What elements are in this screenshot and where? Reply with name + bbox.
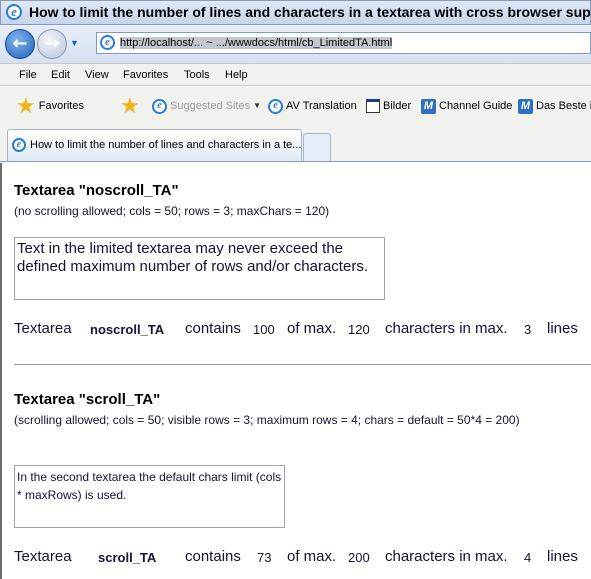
msn-icon: M — [421, 98, 436, 114]
favorites-button[interactable]: ★ Favorites — [16, 87, 84, 125]
history-dropdown-icon[interactable]: ▼ — [70, 38, 79, 48]
status-text: lines — [547, 320, 578, 337]
max-lines: 3 — [524, 322, 532, 337]
das-beste-link[interactable]: M Das Beste i — [518, 87, 591, 125]
status-text: of max. — [287, 320, 337, 337]
status-label: Textarea — [14, 320, 72, 337]
max-lines: 4 — [524, 550, 532, 565]
back-button[interactable]: ← — [5, 29, 35, 59]
scroll-textarea[interactable]: In the second textarea the default chars… — [14, 465, 285, 528]
title-bar: e How to limit the number of lines and c… — [0, 0, 591, 25]
dropdown-arrow-icon: ▼ — [253, 101, 262, 110]
url-text: http://localhost/... ~ .../wwwdocs/html/… — [120, 37, 393, 49]
section1-subtitle: (no scrolling allowed; cols = 50; rows =… — [14, 204, 330, 218]
max-chars: 200 — [348, 550, 370, 565]
window-icon — [366, 99, 380, 113]
msn-icon: M — [518, 98, 533, 114]
ie-icon: e — [152, 98, 167, 114]
favorites-bar: ★ Favorites ★ e Suggested Sites ▼ e AV Trans… — [0, 87, 591, 127]
add-favorite-button[interactable]: ★ — [120, 87, 140, 125]
tab-row: e How to limit the number of lines and c… — [0, 127, 591, 162]
menu-view[interactable]: View — [85, 64, 109, 86]
status-text: contains — [185, 320, 241, 337]
section2-heading: Textarea "scroll_TA" — [14, 391, 161, 408]
status-text: characters in max. — [385, 320, 508, 337]
window-title: How to limit the number of lines and cha… — [29, 4, 591, 20]
new-tab-button[interactable] — [303, 133, 331, 161]
status-text: lines — [547, 548, 578, 565]
char-count: 73 — [257, 550, 272, 565]
bilder-link[interactable]: Bilder — [366, 87, 411, 125]
channel-guide-link[interactable]: M Channel Guide — [421, 87, 512, 125]
ie-logo-icon: e — [6, 4, 22, 20]
forward-button[interactable]: → — [37, 29, 67, 59]
status-label: Textarea — [14, 548, 72, 565]
menu-file[interactable]: File — [19, 64, 37, 86]
menu-help[interactable]: Help — [225, 64, 248, 86]
page-icon: e — [100, 35, 115, 50]
ie-icon: e — [12, 138, 26, 152]
menu-favorites[interactable]: Favorites — [123, 64, 168, 86]
address-bar[interactable]: e http://localhost/... ~ .../wwwdocs/htm… — [96, 32, 591, 54]
menu-bar: File Edit View Favorites Tools Help — [0, 63, 591, 86]
suggested-sites-link[interactable]: e Suggested Sites ▼ — [152, 87, 261, 125]
page-icon: e — [268, 98, 283, 114]
menu-tools[interactable]: Tools — [184, 64, 210, 86]
tab-title: How to limit the number of lines and cha… — [30, 139, 302, 151]
star-icon: ★ — [16, 93, 36, 118]
textarea-name: scroll_TA — [98, 550, 157, 565]
address-row: ← → ▼ e http://localhost/... ~ .../wwwdo… — [0, 25, 591, 63]
char-count: 100 — [253, 322, 275, 337]
tab-active[interactable]: e How to limit the number of lines and c… — [7, 129, 302, 161]
status-text: contains — [185, 548, 241, 565]
section2-subtitle: (scrolling allowed; cols = 50; visible r… — [14, 413, 520, 427]
status-text: characters in max. — [385, 548, 508, 565]
status-text: of max. — [287, 548, 337, 565]
textarea-name: noscroll_TA — [90, 322, 165, 337]
max-chars: 120 — [348, 322, 370, 337]
menu-edit[interactable]: Edit — [51, 64, 70, 86]
section1-heading: Textarea "noscroll_TA" — [14, 182, 179, 199]
page-content: Textarea "noscroll_TA" (no scrolling all… — [0, 163, 591, 579]
divider — [14, 364, 591, 365]
noscroll-textarea[interactable]: Text in the limited textarea may never e… — [14, 237, 385, 300]
av-translation-link[interactable]: e AV Translation — [268, 87, 357, 125]
add-favorite-icon: ★ — [120, 93, 140, 118]
